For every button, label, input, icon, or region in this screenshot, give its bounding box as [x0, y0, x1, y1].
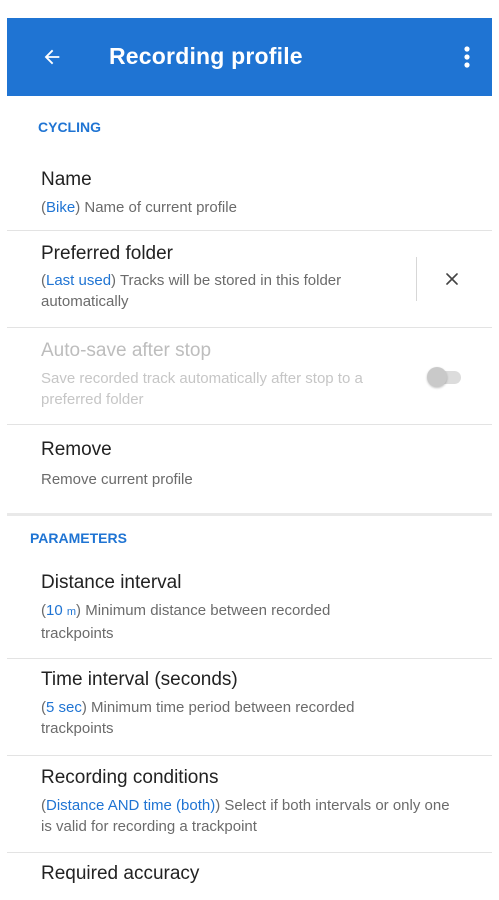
setting-title: Required accuracy — [41, 863, 200, 884]
setting-title: Time interval (seconds) — [41, 669, 238, 690]
required-accuracy-setting[interactable]: Required accuracy — [7, 853, 492, 900]
app-bar: Recording profile — [7, 18, 492, 96]
overflow-menu-button[interactable] — [450, 40, 484, 74]
page-title: Recording profile — [109, 43, 303, 69]
auto-save-setting: Auto-save after stop Save recorded track… — [7, 328, 492, 424]
back-button[interactable] — [35, 40, 69, 74]
close-icon — [446, 273, 458, 285]
setting-value: 10 m — [46, 602, 77, 619]
setting-title: Preferred folder — [41, 243, 174, 264]
vertical-separator — [416, 257, 417, 301]
setting-summary: (Distance AND time (both)) Select if bot… — [41, 797, 450, 835]
setting-summary: Save recorded track automatically after … — [41, 370, 363, 408]
setting-summary: Remove current profile — [41, 471, 193, 488]
setting-summary: (10 m) Minimum distance between recorded… — [41, 602, 331, 642]
section-header-parameters: PARAMETERS — [30, 530, 127, 546]
distance-interval-setting[interactable]: Distance interval (10 m) Minimum distanc… — [7, 564, 492, 658]
setting-summary: (Last used) Tracks will be stored in thi… — [41, 272, 342, 310]
setting-title: Name — [41, 169, 92, 190]
toggle-thumb — [427, 367, 447, 387]
status-area — [0, 0, 499, 18]
clear-folder-button[interactable] — [439, 266, 465, 292]
setting-value: Distance AND time (both) — [46, 797, 216, 814]
preferred-folder-setting[interactable]: Preferred folder (Last used) Tracks will… — [7, 231, 492, 327]
section-divider — [7, 513, 492, 516]
settings-list[interactable]: CYCLING Name (Bike) Name of current prof… — [7, 96, 492, 900]
auto-save-toggle[interactable] — [423, 366, 465, 388]
more-vert-icon — [464, 46, 470, 68]
name-setting[interactable]: Name (Bike) Name of current profile — [7, 160, 492, 230]
setting-summary: (Bike) Name of current profile — [41, 199, 237, 216]
setting-summary: (5 sec) Minimum time period between reco… — [41, 699, 355, 737]
setting-value: Bike — [46, 199, 76, 216]
arrow-left-icon — [44, 49, 60, 65]
setting-value: Last used — [46, 272, 112, 289]
recording-conditions-setting[interactable]: Recording conditions (Distance AND time … — [7, 756, 492, 852]
remove-profile-setting[interactable]: Remove Remove current profile — [7, 425, 492, 511]
screen: Recording profile CYCLING Name (Bike) Na… — [0, 0, 499, 900]
setting-title: Distance interval — [41, 572, 182, 593]
time-interval-setting[interactable]: Time interval (seconds) (5 sec) Minimum … — [7, 659, 492, 755]
setting-value: 5 sec — [46, 699, 82, 716]
section-header-cycling: CYCLING — [38, 119, 101, 135]
setting-title: Recording conditions — [41, 767, 219, 788]
setting-title: Auto-save after stop — [41, 340, 212, 361]
setting-title: Remove — [41, 439, 112, 460]
